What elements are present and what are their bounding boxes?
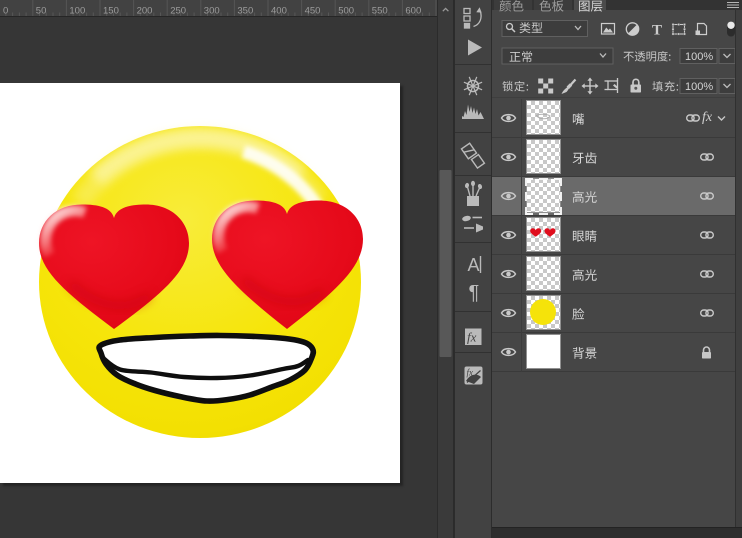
- svg-text:550: 550: [372, 6, 388, 17]
- svg-text:0: 0: [3, 6, 8, 17]
- svg-text:fx: fx: [467, 330, 477, 345]
- svg-text:500: 500: [338, 6, 354, 17]
- svg-text:450: 450: [305, 6, 321, 17]
- svg-text:A: A: [468, 255, 480, 275]
- svg-text:250: 250: [170, 6, 186, 17]
- svg-text:T: T: [652, 23, 662, 39]
- svg-text:600: 600: [405, 6, 421, 17]
- svg-text:¶: ¶: [469, 282, 480, 304]
- svg-text:400: 400: [271, 6, 287, 17]
- svg-text:300: 300: [204, 6, 220, 17]
- svg-text:150: 150: [103, 6, 119, 17]
- svg-text:200: 200: [137, 6, 153, 17]
- svg-text:100%: 100%: [685, 51, 713, 63]
- svg-text:100%: 100%: [685, 81, 713, 93]
- svg-text:350: 350: [237, 6, 253, 17]
- svg-text:50: 50: [36, 6, 47, 17]
- svg-text:100: 100: [69, 6, 85, 17]
